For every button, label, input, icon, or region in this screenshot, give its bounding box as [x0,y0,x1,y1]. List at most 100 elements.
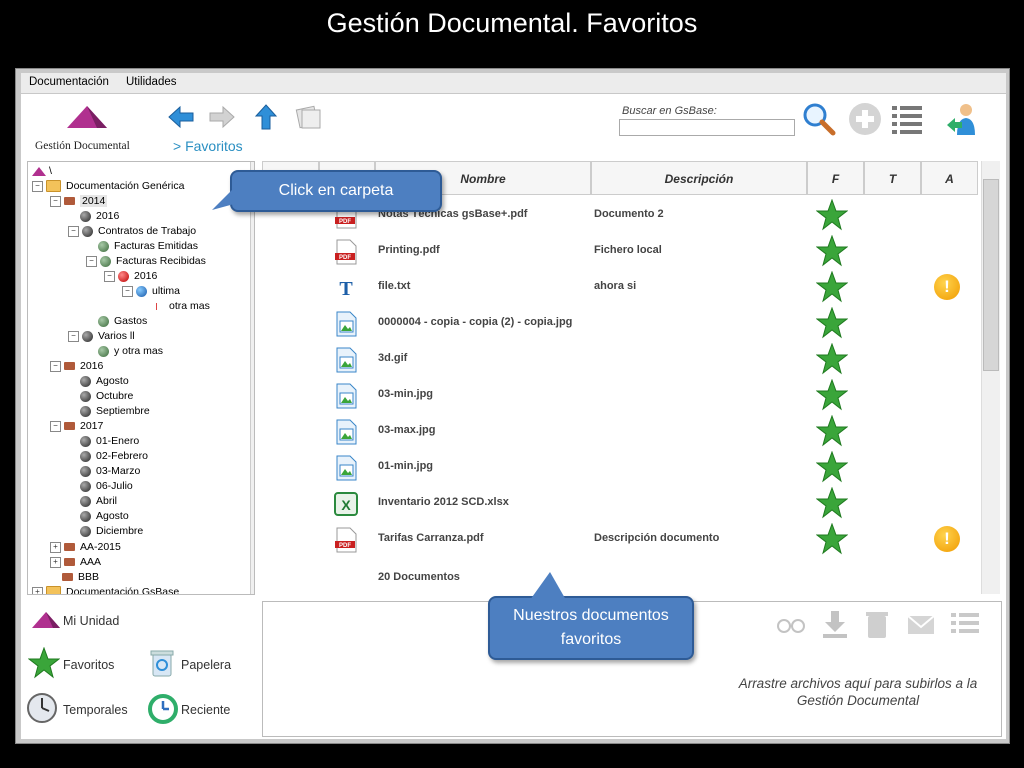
logo-label: Gestión Documental [35,140,130,152]
tree-node[interactable]: − Facturas Recibidas [86,254,206,268]
table-row[interactable]: 03-min.jpg [262,377,980,413]
search-icon[interactable] [801,101,837,137]
tree-node[interactable]: + Documentación GsBase [32,585,179,594]
quick-link-temporales[interactable]: Temporales [63,703,128,717]
tree-node[interactable]: Septiembre [80,404,150,418]
tree-node[interactable]: −2014 [50,194,108,208]
image-file-icon [336,455,357,481]
favorite-star-icon[interactable] [816,451,848,483]
text-file-icon: T [339,278,353,300]
breadcrumb[interactable]: > Favoritos [173,138,243,154]
tree-node[interactable]: − Varios ll [68,329,135,343]
alert-icon[interactable]: ! [934,526,960,552]
tree-node[interactable]: Diciembre [80,524,143,538]
search-input[interactable] [619,119,795,136]
quick-link-favoritos[interactable]: Favoritos [63,658,114,672]
file-description: Documento 2 [594,208,664,220]
table-row[interactable]: 3d.gif [262,341,980,377]
favorite-star-icon[interactable] [816,343,848,375]
trash-icon[interactable] [149,648,175,678]
menu-documentacion[interactable]: Documentación [29,76,109,88]
email-icon[interactable] [905,608,937,640]
tree-node[interactable]: 03-Marzo [80,464,140,478]
favorite-star-icon[interactable] [816,523,848,555]
table-row[interactable]: Tfile.txt ahora si! [262,269,980,305]
file-name: 03-min.jpg [378,388,434,400]
back-arrow-icon[interactable] [166,102,196,132]
tree-node[interactable]: y otra mas [98,344,163,358]
tree-node[interactable]: otra mas [156,299,210,313]
tree-node[interactable]: 06-Julio [80,479,133,493]
table-row[interactable]: 03-max.jpg [262,413,980,449]
callout-pointer [212,188,234,210]
tree-node[interactable]: −2016 [104,269,157,283]
file-name: 3d.gif [378,352,408,364]
tree-node[interactable]: 02-Febrero [80,449,148,463]
table-row[interactable]: 0000004 - copia - copia (2) - copia.jpg [262,305,980,341]
tree-node[interactable]: + AAA [50,555,101,569]
clock-icon[interactable] [26,692,58,724]
tree-node[interactable]: Agosto [80,509,129,523]
column-header-t[interactable]: T [864,161,921,195]
view-glasses-icon[interactable] [775,608,807,640]
favorite-star-icon[interactable] [816,199,848,231]
user-logout-icon[interactable] [945,101,981,137]
slide-title: Gestión Documental. Favoritos [326,8,698,38]
forward-arrow-icon[interactable] [207,102,237,132]
table-row[interactable]: PDF Tarifas Carranza.pdf Descripción docum… [262,521,980,557]
column-header-a[interactable]: A [921,161,978,195]
tree-node[interactable]: Facturas Emitidas [98,239,198,253]
column-header-f[interactable]: F [807,161,864,195]
up-arrow-icon[interactable] [251,102,281,132]
folders-icon[interactable] [294,102,324,132]
mi-unidad-icon[interactable] [31,611,61,629]
menu-utilidades[interactable]: Utilidades [126,76,177,88]
quick-link-papelera[interactable]: Papelera [181,658,231,672]
folder-tree[interactable]: \ − Documentación Genérica −2014 2016 − Co… [27,161,255,595]
tree-node[interactable]: −2017 [50,419,103,433]
tree-node[interactable]: 01-Enero [80,434,139,448]
file-name: 01-min.jpg [378,460,434,472]
folder-icon [46,180,61,193]
file-name: 03-max.jpg [378,424,436,436]
gsbase-logo-icon [67,106,107,128]
tree-node[interactable]: 2016 [80,209,119,223]
tree-node[interactable]: Agosto [80,374,129,388]
delete-icon[interactable] [861,608,893,640]
tree-node[interactable]: + AA-2015 [50,540,121,554]
add-icon[interactable] [847,101,883,137]
recent-icon[interactable] [147,693,179,725]
quick-link-mi-unidad[interactable]: Mi Unidad [63,614,119,628]
tree-node[interactable]: Abril [80,494,117,508]
tree-node[interactable]: BBB [62,570,99,584]
tree-node[interactable]: − Contratos de Trabajo [68,224,196,238]
file-name: Tarifas Carranza.pdf [378,532,484,544]
star-icon[interactable] [28,647,60,679]
tree-node[interactable]: − ultima [122,284,180,298]
tree-node[interactable]: − Documentación Genérica [32,179,184,193]
list-view-icon[interactable] [889,101,925,137]
favorite-star-icon[interactable] [816,415,848,447]
grid-scroll-thumb[interactable] [983,179,999,371]
tree-node[interactable]: −2016 [50,359,103,373]
tree-root[interactable]: \ [32,164,52,178]
favorite-star-icon[interactable] [816,307,848,339]
tree-node[interactable]: Octubre [80,389,133,403]
favorite-star-icon[interactable] [816,379,848,411]
details-list-icon[interactable] [949,608,981,640]
table-row[interactable]: 01-min.jpg [262,449,980,485]
callout-pointer [530,572,566,600]
image-file-icon [336,383,357,409]
column-header-descripcion[interactable]: Descripción [591,161,807,195]
tree-scrollbar[interactable] [250,162,254,594]
table-row[interactable]: X Inventario 2012 SCD.xlsx [262,485,980,521]
favorite-star-icon[interactable] [816,235,848,267]
table-row[interactable]: PDF Printing.pdf Fichero local [262,233,980,269]
alert-icon[interactable]: ! [934,274,960,300]
file-description: Descripción documento [594,532,720,544]
favorite-star-icon[interactable] [816,487,848,519]
favorite-star-icon[interactable] [816,271,848,303]
download-icon[interactable] [819,608,851,640]
tree-node[interactable]: Gastos [98,314,147,328]
quick-link-reciente[interactable]: Reciente [181,703,230,717]
